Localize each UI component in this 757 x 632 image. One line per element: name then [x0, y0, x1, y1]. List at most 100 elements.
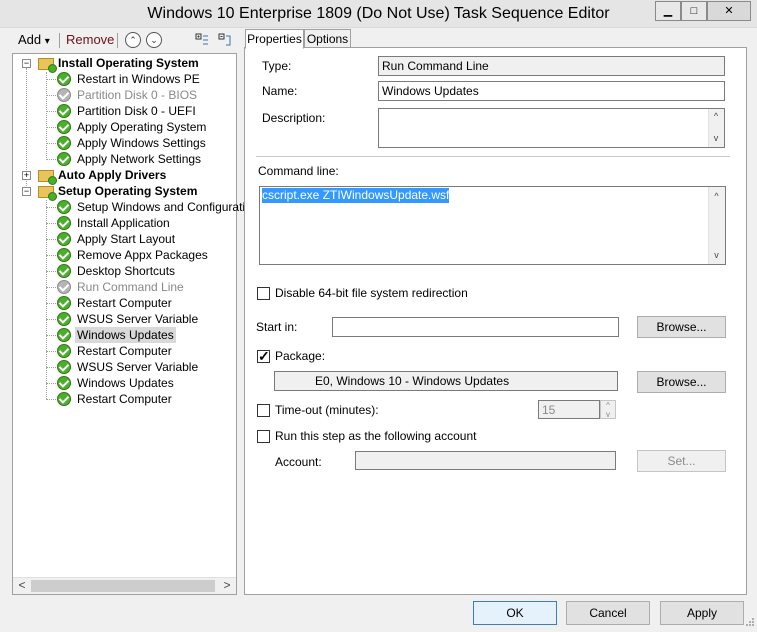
tree-step[interactable]: Apply Operating System: [77, 119, 206, 135]
tree-group-setup-os[interactable]: Setup Operating System: [58, 183, 197, 199]
ok-button[interactable]: OK: [473, 601, 557, 625]
set-account-button[interactable]: Set...: [637, 450, 726, 472]
account-input: [355, 451, 616, 470]
separator: [256, 156, 730, 157]
command-line-label: Command line:: [258, 164, 339, 178]
timeout-stepper[interactable]: ^ v: [600, 400, 616, 419]
start-in-browse-button[interactable]: Browse...: [637, 316, 726, 338]
package-checkbox[interactable]: [257, 348, 270, 365]
tree-step-selected[interactable]: Windows Updates: [75, 327, 176, 343]
collapse-all-icon: [218, 33, 231, 46]
timeout-input[interactable]: 15: [538, 400, 600, 419]
tab-options[interactable]: Options: [304, 29, 351, 48]
account-label: Account:: [275, 455, 322, 469]
name-input[interactable]: Windows Updates: [378, 81, 725, 101]
tree-step[interactable]: WSUS Server Variable: [77, 359, 198, 375]
disabled-step-icon: [57, 280, 71, 294]
stepper-down-icon[interactable]: v: [601, 410, 615, 419]
tree-step[interactable]: Restart Computer: [77, 391, 172, 407]
tree-step[interactable]: Partition Disk 0 - BIOS: [77, 87, 197, 103]
tree-expander[interactable]: +: [22, 171, 31, 180]
scroll-right-icon[interactable]: >: [219, 578, 235, 594]
scroll-left-icon[interactable]: <: [14, 578, 30, 594]
scroll-up-icon[interactable]: ^: [708, 190, 725, 202]
scroll-up-icon[interactable]: ^: [708, 110, 724, 122]
window-title: Windows 10 Enterprise 1809 (Do Not Use) …: [147, 5, 610, 22]
tree-group-auto-apply-drivers[interactable]: Auto Apply Drivers: [58, 167, 166, 183]
tree-step[interactable]: Install Application: [77, 215, 170, 231]
timeout-label: Time-out (minutes):: [275, 403, 379, 417]
type-field: Run Command Line: [378, 56, 725, 76]
add-label: Add: [18, 32, 42, 47]
success-icon: [57, 216, 71, 230]
success-icon: [57, 152, 71, 166]
package-label: Package:: [275, 349, 326, 363]
tree-step[interactable]: Remove Appx Packages: [77, 247, 208, 263]
tab-properties[interactable]: Properties: [245, 29, 304, 49]
disable-64bit-label: Disable 64-bit file system redirection: [275, 286, 468, 300]
run-as-label: Run this step as the following account: [275, 429, 477, 443]
tree-step[interactable]: Restart in Windows PE: [77, 71, 200, 87]
tree-step[interactable]: Run Command Line: [77, 279, 184, 295]
run-as-checkbox[interactable]: [257, 430, 270, 443]
success-icon: [57, 72, 71, 86]
folder-icon: [38, 58, 57, 73]
success-icon: [57, 296, 71, 310]
move-up-icon: ⌃: [129, 35, 137, 45]
disable-64bit-checkbox[interactable]: [257, 287, 270, 300]
tree-step[interactable]: Partition Disk 0 - UEFI: [77, 103, 196, 119]
success-icon: [57, 376, 71, 390]
command-line-textarea[interactable]: cscript.exe ZTIWindowsUpdate.wsf: [259, 186, 726, 265]
move-down-button[interactable]: ⌄: [146, 32, 162, 48]
success-icon: [57, 312, 71, 326]
start-in-input[interactable]: [332, 317, 619, 337]
success-icon: [57, 360, 71, 374]
tree-step[interactable]: WSUS Server Variable: [77, 311, 198, 327]
resize-grip-icon[interactable]: [745, 616, 755, 626]
start-in-label: Start in:: [256, 320, 298, 334]
name-label: Name:: [262, 84, 298, 98]
add-button[interactable]: Add ▾: [18, 32, 50, 47]
description-textarea[interactable]: [378, 108, 725, 148]
tree-step[interactable]: Desktop Shortcuts: [77, 263, 175, 279]
apply-button[interactable]: Apply: [660, 601, 744, 625]
scroll-down-icon[interactable]: v: [708, 249, 725, 261]
maximize-button[interactable]: □: [681, 1, 707, 21]
tree-step[interactable]: Restart Computer: [77, 295, 172, 311]
tree-step[interactable]: Apply Windows Settings: [77, 135, 206, 151]
tree-expander[interactable]: −: [22, 59, 31, 68]
folder-icon: [38, 170, 57, 185]
command-line-text: cscript.exe ZTIWindowsUpdate.wsf: [262, 188, 450, 203]
tree-step[interactable]: Windows Updates: [77, 375, 174, 391]
package-browse-button[interactable]: Browse...: [637, 371, 726, 393]
remove-button[interactable]: Remove: [66, 32, 114, 47]
close-button[interactable]: ✕: [707, 1, 751, 21]
success-icon: [57, 104, 71, 118]
collapse-all-button[interactable]: [218, 32, 232, 48]
minimize-button[interactable]: ▁: [655, 1, 681, 21]
timeout-checkbox[interactable]: [257, 404, 270, 417]
stepper-up-icon[interactable]: ^: [601, 401, 615, 410]
tree-group-install-os[interactable]: Install Operating System: [58, 55, 199, 71]
expand-all-button[interactable]: [195, 32, 209, 48]
description-label: Description:: [262, 111, 326, 125]
tree-step[interactable]: Restart Computer: [77, 343, 172, 359]
success-icon: [57, 120, 71, 134]
success-icon: [57, 264, 71, 278]
close-icon: ✕: [724, 5, 734, 17]
disabled-step-icon: [57, 88, 71, 102]
scroll-down-icon[interactable]: v: [708, 132, 724, 144]
tree-step[interactable]: Setup Windows and Configuration: [77, 199, 258, 215]
folder-icon: [38, 186, 57, 201]
toolbar-divider: [117, 33, 118, 48]
success-icon: [57, 344, 71, 358]
toolbar-divider: [59, 33, 60, 48]
move-up-button[interactable]: ⌃: [125, 32, 141, 48]
tree-step[interactable]: Apply Network Settings: [77, 151, 201, 167]
tree-step[interactable]: Apply Start Layout: [77, 231, 175, 247]
package-field: E0, Windows 10 - Windows Updates: [274, 371, 618, 391]
cancel-button[interactable]: Cancel: [566, 601, 650, 625]
success-icon: [57, 392, 71, 406]
tree-expander[interactable]: −: [22, 187, 31, 196]
scroll-thumb[interactable]: [31, 580, 215, 592]
